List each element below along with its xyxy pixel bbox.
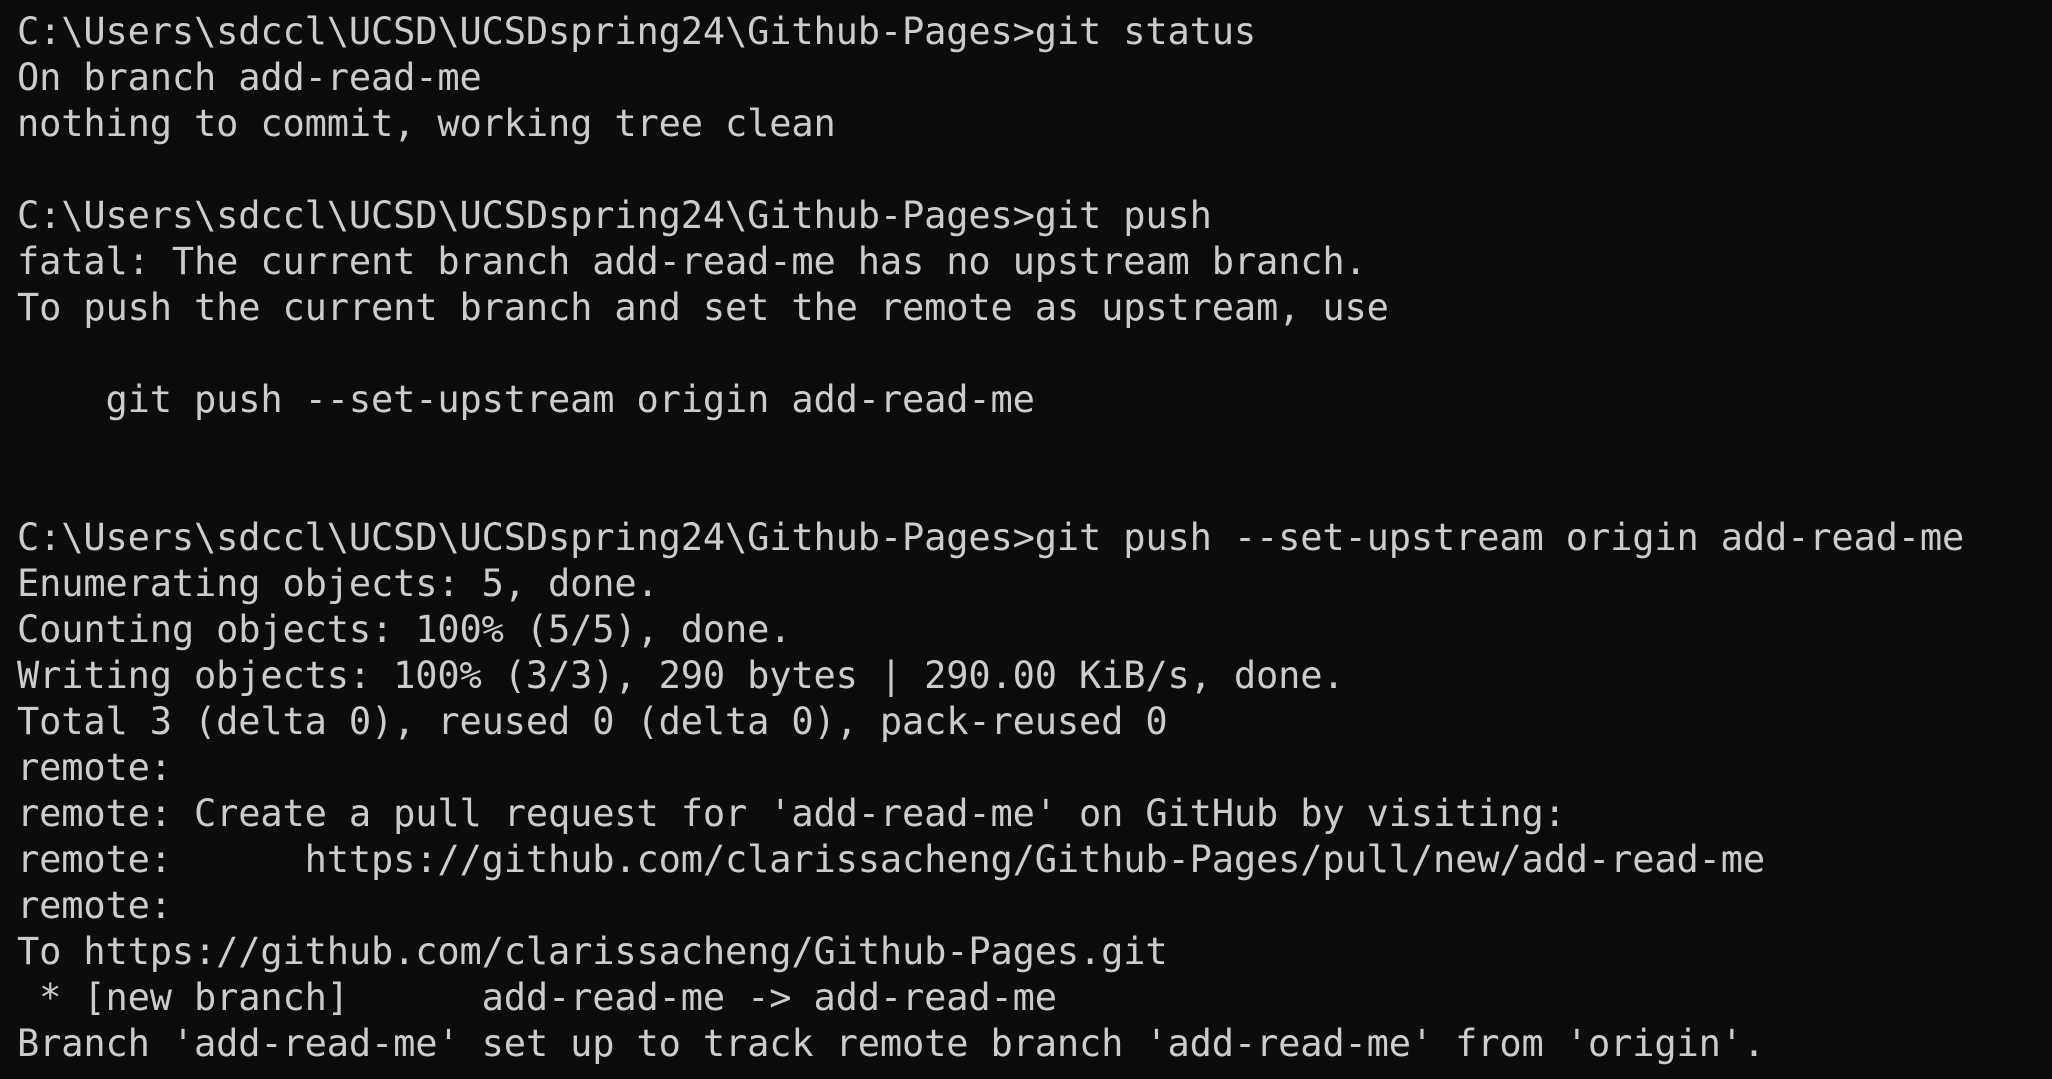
- output-line: On branch add-read-me: [17, 56, 482, 99]
- output-line: Writing objects: 100% (3/3), 290 bytes |…: [17, 654, 1345, 697]
- error-line: fatal: The current branch add-read-me ha…: [17, 240, 1367, 283]
- remote-line: remote: Create a pull request for 'add-r…: [17, 792, 1566, 835]
- output-line: To push the current branch and set the r…: [17, 286, 1389, 329]
- output-line: Branch 'add-read-me' set up to track rem…: [17, 1022, 1765, 1065]
- output-line: To https://github.com/clarissacheng/Gith…: [17, 930, 1168, 973]
- prompt-line-git-push-set-upstream: C:\Users\sdccl\UCSD\UCSDspring24\Github-…: [17, 516, 1965, 559]
- remote-line: remote:: [17, 746, 172, 789]
- suggested-command-line: git push --set-upstream origin add-read-…: [17, 378, 1035, 421]
- remote-line: remote:: [17, 884, 172, 927]
- terminal-window[interactable]: C:\Users\sdccl\UCSD\UCSDspring24\Github-…: [0, 0, 2052, 1079]
- prompt-line-git-status: C:\Users\sdccl\UCSD\UCSDspring24\Github-…: [17, 10, 1257, 53]
- output-line: Enumerating objects: 5, done.: [17, 562, 659, 605]
- prompt-line-git-push: C:\Users\sdccl\UCSD\UCSDspring24\Github-…: [17, 194, 1212, 237]
- output-line: Total 3 (delta 0), reused 0 (delta 0), p…: [17, 700, 1168, 743]
- output-line: Counting objects: 100% (5/5), done.: [17, 608, 792, 651]
- output-line: nothing to commit, working tree clean: [17, 102, 836, 145]
- remote-url-line: remote: https://github.com/clarissacheng…: [17, 838, 1765, 881]
- output-line: * [new branch] add-read-me -> add-read-m…: [17, 976, 1057, 1019]
